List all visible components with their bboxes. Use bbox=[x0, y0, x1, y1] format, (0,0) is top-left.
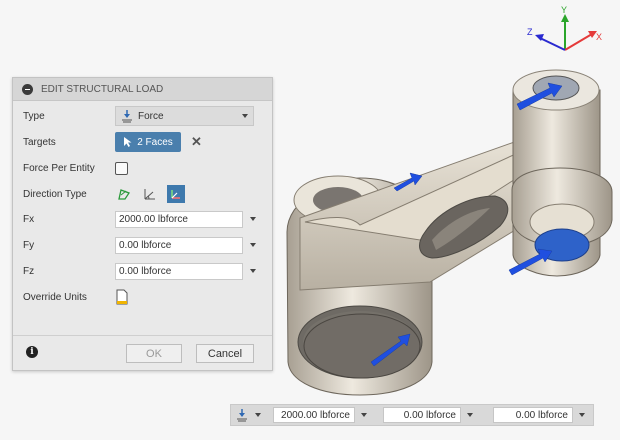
components-direction-icon[interactable] bbox=[167, 185, 185, 203]
targets-value: 2 Faces bbox=[137, 136, 173, 148]
load-type-dropdown[interactable] bbox=[235, 407, 261, 423]
angle-direction-icon[interactable] bbox=[141, 185, 159, 203]
axis-label-z: Z bbox=[527, 27, 533, 37]
cancel-button[interactable]: Cancel bbox=[196, 344, 254, 363]
chevron-down-icon[interactable] bbox=[250, 269, 256, 273]
fz-row: Fz 0.00 lbforce bbox=[23, 261, 263, 281]
panel-footer: i OK Cancel bbox=[13, 335, 272, 370]
clear-selection-icon[interactable]: ✕ bbox=[191, 134, 202, 150]
type-row: Type Force bbox=[23, 106, 263, 126]
targets-label: Targets bbox=[23, 136, 56, 148]
fz-label: Fz bbox=[23, 265, 35, 277]
bar-fx-input[interactable]: 2000.00 lbforce bbox=[273, 407, 355, 423]
panel-title: EDIT STRUCTURAL LOAD bbox=[41, 83, 164, 95]
chevron-down-icon[interactable] bbox=[361, 413, 367, 417]
ok-button[interactable]: OK bbox=[126, 344, 182, 363]
fx-label: Fx bbox=[23, 213, 35, 225]
type-label: Type bbox=[23, 110, 45, 122]
view-axes-triad[interactable]: Y X Z bbox=[527, 5, 602, 51]
force-per-entity-label: Force Per Entity bbox=[23, 162, 95, 174]
vector-direction-icon[interactable] bbox=[115, 185, 133, 203]
fz-input[interactable]: 0.00 lbforce bbox=[115, 262, 243, 280]
direction-type-row: Direction Type bbox=[23, 184, 263, 204]
edit-structural-load-panel: EDIT STRUCTURAL LOAD Type Force Targets bbox=[12, 77, 273, 371]
force-icon bbox=[237, 409, 247, 422]
chevron-down-icon[interactable] bbox=[467, 413, 473, 417]
override-units-row: Override Units bbox=[23, 287, 263, 307]
bar-fz-input[interactable]: 0.00 lbforce bbox=[493, 407, 573, 423]
force-icon bbox=[122, 110, 132, 123]
axis-label-x: X bbox=[596, 32, 602, 42]
bar-fy-input[interactable]: 0.00 lbforce bbox=[383, 407, 461, 423]
units-document-icon[interactable] bbox=[115, 289, 129, 305]
type-value: Force bbox=[138, 110, 164, 122]
cursor-icon bbox=[124, 137, 132, 147]
collapse-icon[interactable] bbox=[22, 83, 33, 95]
chevron-down-icon[interactable] bbox=[250, 217, 256, 221]
targets-select-button[interactable]: 2 Faces bbox=[115, 132, 181, 152]
override-units-label: Override Units bbox=[23, 291, 87, 303]
info-icon[interactable]: i bbox=[26, 346, 38, 358]
fy-label: Fy bbox=[23, 239, 35, 251]
direction-type-label: Direction Type bbox=[23, 188, 87, 200]
fy-row: Fy 0.00 lbforce bbox=[23, 235, 263, 255]
chevron-down-icon bbox=[255, 413, 261, 417]
chevron-down-icon bbox=[242, 114, 248, 118]
chevron-down-icon[interactable] bbox=[250, 243, 256, 247]
load-value-bar: 2000.00 lbforce 0.00 lbforce 0.00 lbforc… bbox=[230, 404, 594, 426]
panel-header: EDIT STRUCTURAL LOAD bbox=[13, 78, 272, 101]
fx-row: Fx 2000.00 lbforce bbox=[23, 209, 263, 229]
chevron-down-icon[interactable] bbox=[579, 413, 585, 417]
axis-label-y: Y bbox=[561, 5, 567, 15]
fx-input[interactable]: 2000.00 lbforce bbox=[115, 210, 243, 228]
type-dropdown[interactable]: Force bbox=[115, 106, 254, 126]
force-per-entity-row: Force Per Entity bbox=[23, 158, 263, 178]
connecting-rod-model[interactable] bbox=[286, 69, 613, 396]
fy-input[interactable]: 0.00 lbforce bbox=[115, 236, 243, 254]
targets-row: Targets 2 Faces ✕ bbox=[23, 132, 263, 152]
force-per-entity-checkbox[interactable] bbox=[115, 161, 128, 175]
